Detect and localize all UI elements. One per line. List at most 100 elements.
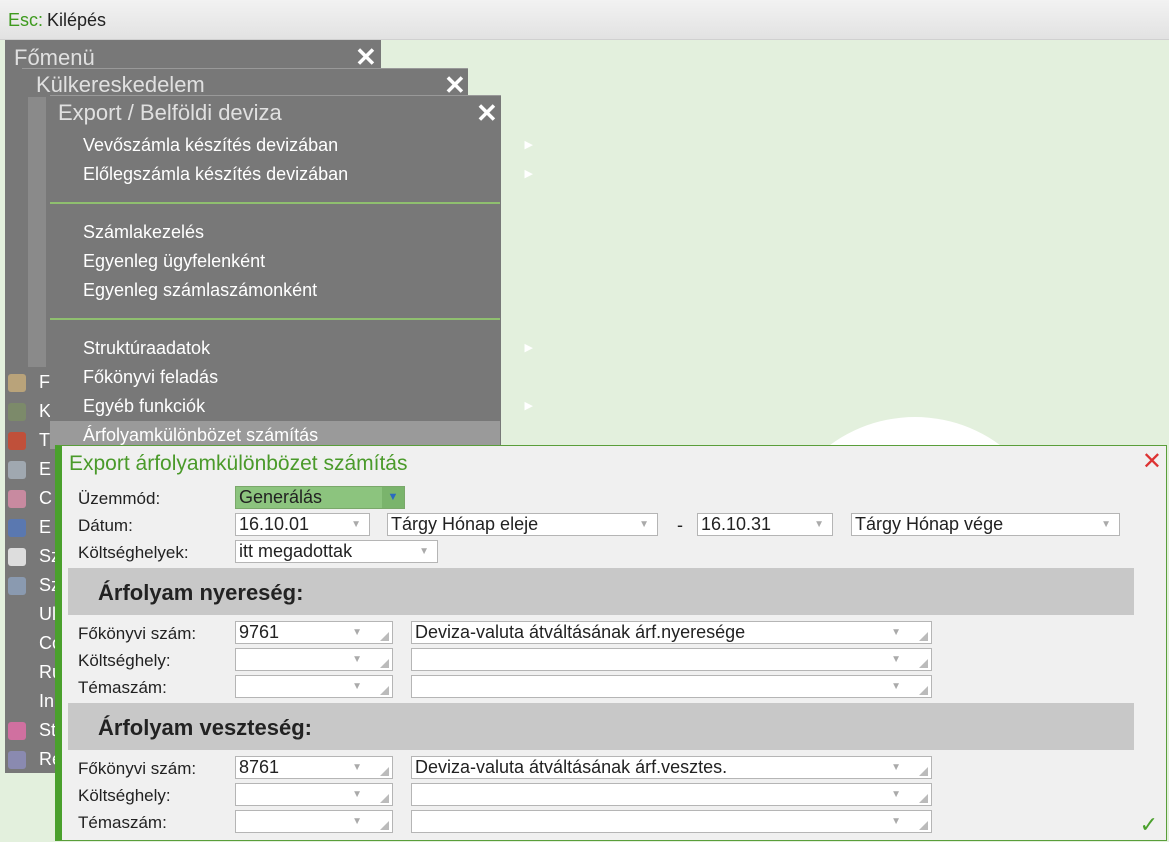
section-title: Árfolyam nyereség: — [98, 580, 304, 605]
main-menu-item[interactable]: F — [39, 372, 50, 393]
resize-icon — [919, 821, 928, 830]
resize-icon — [380, 686, 389, 695]
chevron-down-icon: ▼ — [891, 762, 901, 773]
date-from-field[interactable]: 16.10.01 ▼ — [235, 513, 370, 536]
exit-label[interactable]: Kilépés — [47, 10, 106, 31]
date-separator: - — [677, 515, 683, 535]
menu-item-icon — [8, 432, 26, 450]
mode-label: Üzemmód: — [78, 489, 161, 508]
menu-item-label: Egyéb funkciók — [83, 396, 206, 416]
resize-icon — [380, 632, 389, 641]
resize-icon — [380, 767, 389, 776]
topic-label: Témaszám: — [78, 678, 167, 697]
menu-item-icon — [8, 519, 26, 537]
resize-icon — [919, 659, 928, 668]
cost-center-name-field[interactable]: ▼ — [411, 783, 932, 806]
menu-item-label: Egyenleg ügyfelenként — [83, 251, 266, 271]
menu-item[interactable]: Egyéb funkciók ▶ — [83, 392, 533, 420]
resize-icon — [919, 632, 928, 641]
topic-code-field[interactable]: ▼ — [235, 675, 393, 698]
chevron-down-icon: ▼ — [352, 762, 362, 773]
ledger-code-field[interactable]: 9761 ▼ — [235, 621, 393, 644]
section-title: Árfolyam veszteség: — [98, 715, 312, 740]
section-header-gain: Árfolyam nyereség: — [68, 568, 1134, 615]
confirm-check-icon[interactable]: ✓ — [1140, 812, 1158, 838]
menu-item[interactable]: Főkönyvi feladás — [83, 363, 533, 391]
main-menu-item[interactable]: E — [39, 459, 51, 480]
esc-key-hint[interactable]: Esc: — [8, 10, 43, 31]
chevron-down-icon: ▼ — [891, 681, 901, 692]
close-icon[interactable]: ✕ — [476, 100, 498, 126]
menu-separator — [50, 202, 500, 204]
export-menu-panel: Export / Belföldi deviza ✕ Vevőszámla ké… — [50, 95, 533, 449]
menu-item-icon — [8, 751, 26, 769]
cost-center-name-field[interactable]: ▼ — [411, 648, 932, 671]
chevron-down-icon: ▼ — [891, 789, 901, 800]
menu-item-label: Árfolyamkülönbözet számítás — [83, 425, 319, 445]
main-menu-item[interactable]: In — [39, 691, 54, 712]
main-menu-item[interactable]: C — [39, 488, 52, 509]
menu-item[interactable]: Vevőszámla készítés devizában ▶ — [83, 131, 533, 159]
topic-name-field[interactable]: ▼ — [411, 675, 932, 698]
menu-item[interactable]: Előlegszámla készítés devizában ▶ — [83, 160, 533, 188]
chevron-down-icon: ▼ — [891, 654, 901, 665]
chevron-right-icon: ▶ — [524, 400, 533, 412]
chevron-down-icon: ▼ — [1101, 519, 1111, 530]
chevron-down-icon: ▼ — [419, 546, 429, 557]
menu-item-icon — [8, 577, 26, 595]
menu-item-icon — [8, 490, 26, 508]
export-menu-title: Export / Belföldi deviza — [58, 100, 282, 125]
topic-label: Témaszám: — [78, 813, 167, 832]
cost-center-code-field[interactable]: ▼ — [235, 648, 393, 671]
exchange-difference-dialog: Export árfolyamkülönbözet számítás ✕ Üze… — [55, 445, 1167, 841]
ledger-label: Főkönyvi szám: — [78, 624, 197, 643]
main-menu-item[interactable]: St — [39, 720, 56, 741]
resize-icon — [380, 821, 389, 830]
menu-item-icon — [8, 548, 26, 566]
date-to-field[interactable]: 16.10.31 ▼ — [697, 513, 833, 536]
ledger-code-field[interactable]: 8761 ▼ — [235, 756, 393, 779]
menu-item[interactable]: Struktúraadatok ▶ — [83, 334, 533, 362]
topic-code-field[interactable]: ▼ — [235, 810, 393, 833]
main-menu-item[interactable]: Ul — [39, 604, 56, 625]
section-header-loss: Árfolyam veszteség: — [68, 703, 1134, 750]
topic-name-field[interactable]: ▼ — [411, 810, 932, 833]
menu-item-icon — [8, 722, 26, 740]
menu-item-label: Vevőszámla készítés devizában — [83, 135, 339, 155]
cost-center-code-field[interactable]: ▼ — [235, 783, 393, 806]
resize-icon — [919, 794, 928, 803]
resize-icon — [380, 794, 389, 803]
chevron-down-icon: ▼ — [891, 816, 901, 827]
chevron-down-icon: ▼ — [352, 789, 362, 800]
menu-item-label: Egyenleg számlaszámonként — [83, 280, 318, 300]
close-icon[interactable]: ✕ — [355, 44, 377, 70]
menu-item[interactable]: Egyenleg számlaszámonként — [83, 276, 533, 304]
mode-select[interactable]: Generálás ▼ — [235, 486, 405, 509]
cost-center-label: Költséghely: — [78, 651, 171, 670]
menu-item[interactable]: Egyenleg ügyfelenként — [83, 247, 533, 275]
chevron-right-icon: ▶ — [524, 139, 533, 151]
date-label: Dátum: — [78, 516, 133, 535]
chevron-right-icon: ▶ — [524, 168, 533, 180]
menu-item[interactable]: Számlakezelés — [83, 218, 533, 246]
menu-item-label: Struktúraadatok — [83, 338, 211, 358]
main-menu-item[interactable]: E — [39, 517, 51, 538]
cost-centers-label: Költséghelyek: — [78, 543, 189, 562]
chevron-down-icon: ▼ — [639, 519, 649, 530]
resize-icon — [919, 686, 928, 695]
cost-center-label: Költséghely: — [78, 786, 171, 805]
chevron-down-icon[interactable]: ▼ — [382, 487, 404, 508]
date-to-type-select[interactable]: Tárgy Hónap vége ▼ — [851, 513, 1120, 536]
main-menu-item[interactable]: T — [39, 430, 50, 451]
mode-value: Generálás — [239, 487, 323, 507]
date-from-type-select[interactable]: Tárgy Hónap eleje ▼ — [387, 513, 658, 536]
cost-centers-select[interactable]: itt megadottak ▼ — [235, 540, 438, 563]
menu-item-icon — [8, 461, 26, 479]
resize-icon — [919, 767, 928, 776]
close-icon[interactable]: ✕ — [1142, 450, 1162, 474]
resize-icon — [380, 659, 389, 668]
menu-separator — [50, 318, 500, 320]
chevron-down-icon: ▼ — [814, 519, 824, 530]
ledger-name-field[interactable]: Deviza-valuta átváltásának árf.nyeresége… — [411, 621, 932, 644]
ledger-name-field[interactable]: Deviza-valuta átváltásának árf.vesztes. ▼ — [411, 756, 932, 779]
